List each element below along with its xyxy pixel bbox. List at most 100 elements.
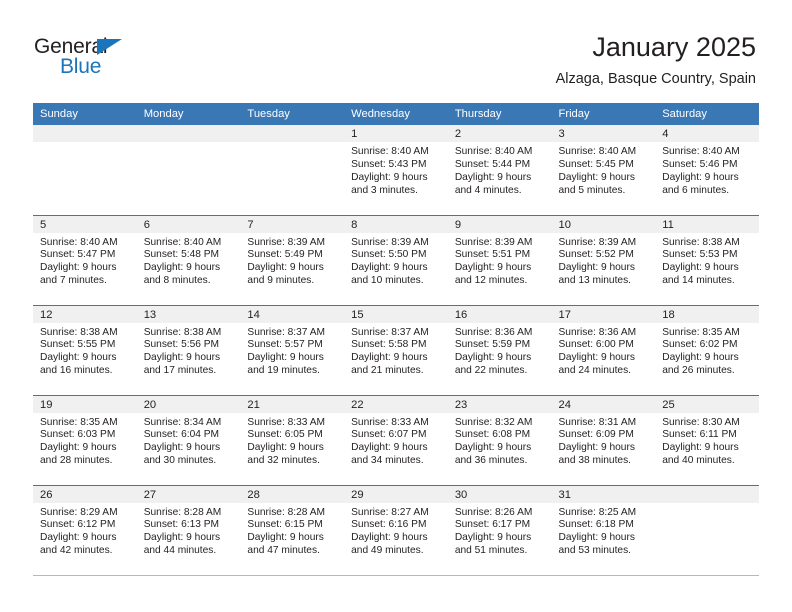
day-details: Sunrise: 8:29 AM Sunset: 6:12 PM Daylight:… bbox=[33, 503, 137, 559]
day-number bbox=[655, 485, 759, 503]
logo-text-blue: Blue bbox=[60, 55, 102, 78]
day-number: 5 bbox=[33, 215, 137, 233]
daylight-line-2: and 16 minutes. bbox=[40, 365, 113, 377]
daylight-line-2: and 21 minutes. bbox=[351, 365, 424, 377]
calendar-day-cell[interactable]: 21 Sunrise: 8:33 AM Sunset: 6:05 PM Dayligh… bbox=[240, 395, 345, 486]
day-details: Sunrise: 8:34 AM Sunset: 6:04 PM Daylight:… bbox=[137, 413, 241, 469]
daylight-line-1: Daylight: 9 hours bbox=[247, 532, 324, 544]
calendar-day-cell[interactable]: 8 Sunrise: 8:39 AM Sunset: 5:50 PM Daylight… bbox=[344, 215, 448, 306]
calendar-day-cell[interactable]: 20 Sunrise: 8:34 AM Sunset: 6:04 PM Dayligh… bbox=[136, 395, 241, 486]
calendar-page: General Blue January 2025 Alzaga, Basque… bbox=[0, 0, 792, 612]
sunset-time: Sunset: 6:11 PM bbox=[662, 429, 737, 441]
column-header-monday: Monday bbox=[136, 103, 241, 125]
calendar-day-cell[interactable]: 12 Sunrise: 8:38 AM Sunset: 5:55 PM Dayligh… bbox=[33, 305, 137, 396]
calendar-day-cell[interactable]: 19 Sunrise: 8:35 AM Sunset: 6:03 PM Dayligh… bbox=[33, 395, 137, 486]
calendar-day-cell[interactable]: 25 Sunrise: 8:30 AM Sunset: 6:11 PM Dayligh… bbox=[655, 395, 759, 486]
calendar-day-cell[interactable]: 3 Sunrise: 8:40 AM Sunset: 5:45 PM Daylight… bbox=[551, 125, 656, 216]
sunrise-time: Sunrise: 8:37 AM bbox=[351, 326, 429, 338]
day-details bbox=[137, 142, 241, 146]
calendar-day-cell[interactable]: 7 Sunrise: 8:39 AM Sunset: 5:49 PM Daylight… bbox=[240, 215, 345, 306]
daylight-line-2: and 19 minutes. bbox=[247, 365, 320, 377]
day-details: Sunrise: 8:31 AM Sunset: 6:09 PM Daylight:… bbox=[552, 413, 656, 469]
sunset-time: Sunset: 6:12 PM bbox=[40, 519, 116, 531]
calendar-day-cell[interactable]: 14 Sunrise: 8:37 AM Sunset: 5:57 PM Dayligh… bbox=[240, 305, 345, 396]
day-details: Sunrise: 8:40 AM Sunset: 5:45 PM Daylight:… bbox=[552, 142, 656, 198]
sunrise-time: Sunrise: 8:38 AM bbox=[143, 326, 222, 338]
sunrise-time: Sunrise: 8:40 AM bbox=[143, 236, 222, 248]
calendar-day-cell[interactable]: 10 Sunrise: 8:39 AM Sunset: 5:52 PM Dayligh… bbox=[551, 215, 656, 306]
sunrise-time: Sunrise: 8:30 AM bbox=[662, 416, 740, 428]
day-details bbox=[240, 142, 344, 146]
day-number: 10 bbox=[551, 215, 656, 233]
calendar-day-cell[interactable]: 1 Sunrise: 8:40 AM Sunset: 5:43 PM Daylight… bbox=[344, 125, 448, 216]
sunset-time: Sunset: 6:18 PM bbox=[558, 519, 634, 531]
daylight-line-2: and 8 minutes. bbox=[143, 275, 211, 287]
day-details: Sunrise: 8:32 AM Sunset: 6:08 PM Daylight:… bbox=[448, 413, 552, 469]
sunrise-time: Sunrise: 8:38 AM bbox=[40, 326, 118, 338]
daylight-line-1: Daylight: 9 hours bbox=[662, 442, 739, 454]
day-details: Sunrise: 8:36 AM Sunset: 5:59 PM Daylight:… bbox=[448, 323, 552, 379]
daylight-line-2: and 24 minutes. bbox=[558, 365, 632, 377]
daylight-line-2: and 40 minutes. bbox=[662, 455, 735, 467]
daylight-line-2: and 42 minutes. bbox=[40, 545, 113, 557]
calendar-day-cell[interactable]: 4 Sunrise: 8:40 AM Sunset: 5:46 PM Daylight… bbox=[655, 125, 759, 216]
calendar-day-cell[interactable]: 11 Sunrise: 8:38 AM Sunset: 5:53 PM Dayligh… bbox=[655, 215, 759, 306]
day-details: Sunrise: 8:28 AM Sunset: 6:13 PM Daylight:… bbox=[137, 503, 241, 559]
calendar-day-cell[interactable]: 2 Sunrise: 8:40 AM Sunset: 5:44 PM Daylight… bbox=[447, 125, 552, 216]
daylight-line-2: and 51 minutes. bbox=[454, 545, 528, 557]
calendar-day-cell[interactable]: 16 Sunrise: 8:36 AM Sunset: 5:59 PM Dayligh… bbox=[447, 305, 552, 396]
calendar-day-cell[interactable]: 23 Sunrise: 8:32 AM Sunset: 6:08 PM Dayligh… bbox=[447, 395, 552, 486]
day-number: 11 bbox=[655, 215, 759, 233]
sunrise-time: Sunrise: 8:32 AM bbox=[454, 416, 533, 428]
day-number: 20 bbox=[136, 395, 241, 413]
day-number: 8 bbox=[344, 215, 448, 233]
daylight-line-2: and 22 minutes. bbox=[454, 365, 528, 377]
daylight-line-1: Daylight: 9 hours bbox=[454, 442, 532, 454]
calendar-day-cell[interactable]: 24 Sunrise: 8:31 AM Sunset: 6:09 PM Dayligh… bbox=[551, 395, 656, 486]
calendar-day-cell[interactable]: 5 Sunrise: 8:40 AM Sunset: 5:47 PM Daylight… bbox=[33, 215, 137, 306]
calendar-day-cell[interactable]: 27 Sunrise: 8:28 AM Sunset: 6:13 PM Dayligh… bbox=[136, 485, 241, 576]
calendar-day-cell[interactable]: 29 Sunrise: 8:27 AM Sunset: 6:16 PM Dayligh… bbox=[344, 485, 448, 576]
generalblue-logo[interactable]: General Blue bbox=[34, 36, 154, 84]
daylight-line-1: Daylight: 9 hours bbox=[247, 262, 324, 274]
day-details: Sunrise: 8:39 AM Sunset: 5:50 PM Daylight:… bbox=[344, 233, 448, 289]
day-details: Sunrise: 8:27 AM Sunset: 6:16 PM Daylight:… bbox=[344, 503, 448, 559]
daylight-line-2: and 28 minutes. bbox=[40, 455, 113, 467]
calendar-day-cell[interactable]: 30 Sunrise: 8:26 AM Sunset: 6:17 PM Dayligh… bbox=[447, 485, 552, 576]
sunset-time: Sunset: 5:51 PM bbox=[454, 249, 531, 261]
day-number: 25 bbox=[655, 395, 759, 413]
daylight-line-1: Daylight: 9 hours bbox=[247, 352, 324, 364]
daylight-line-1: Daylight: 9 hours bbox=[558, 171, 635, 183]
calendar-day-cell[interactable]: 26 Sunrise: 8:29 AM Sunset: 6:12 PM Dayligh… bbox=[33, 485, 137, 576]
sunset-time: Sunset: 6:03 PM bbox=[40, 429, 116, 441]
calendar-day-cell[interactable]: 13 Sunrise: 8:38 AM Sunset: 5:56 PM Dayligh… bbox=[136, 305, 241, 396]
sunset-time: Sunset: 5:50 PM bbox=[351, 249, 427, 261]
calendar-day-cell[interactable]: 31 Sunrise: 8:25 AM Sunset: 6:18 PM Dayligh… bbox=[551, 485, 656, 576]
sunrise-time: Sunrise: 8:35 AM bbox=[40, 416, 118, 428]
calendar-day-cell[interactable]: 9 Sunrise: 8:39 AM Sunset: 5:51 PM Daylight… bbox=[447, 215, 552, 306]
calendar-day-cell-empty bbox=[655, 485, 759, 576]
daylight-line-1: Daylight: 9 hours bbox=[558, 352, 635, 364]
day-details: Sunrise: 8:40 AM Sunset: 5:43 PM Daylight:… bbox=[344, 142, 448, 198]
daylight-line-1: Daylight: 9 hours bbox=[40, 352, 117, 364]
calendar-day-cell[interactable]: 18 Sunrise: 8:35 AM Sunset: 6:02 PM Dayligh… bbox=[655, 305, 759, 396]
calendar-day-cell[interactable]: 6 Sunrise: 8:40 AM Sunset: 5:48 PM Daylight… bbox=[136, 215, 241, 306]
day-number: 12 bbox=[33, 305, 137, 323]
sunrise-time: Sunrise: 8:33 AM bbox=[351, 416, 429, 428]
calendar-day-cell[interactable]: 22 Sunrise: 8:33 AM Sunset: 6:07 PM Dayligh… bbox=[344, 395, 448, 486]
daylight-line-1: Daylight: 9 hours bbox=[454, 262, 532, 274]
sunrise-time: Sunrise: 8:27 AM bbox=[351, 506, 429, 518]
sunset-time: Sunset: 5:53 PM bbox=[662, 249, 738, 261]
daylight-line-1: Daylight: 9 hours bbox=[662, 352, 739, 364]
day-details: Sunrise: 8:40 AM Sunset: 5:47 PM Daylight:… bbox=[33, 233, 137, 289]
day-number: 13 bbox=[136, 305, 241, 323]
day-number: 15 bbox=[344, 305, 448, 323]
calendar-day-cell[interactable]: 28 Sunrise: 8:28 AM Sunset: 6:15 PM Dayligh… bbox=[240, 485, 345, 576]
calendar-day-cell[interactable]: 17 Sunrise: 8:36 AM Sunset: 6:00 PM Dayligh… bbox=[551, 305, 656, 396]
sunset-time: Sunset: 6:15 PM bbox=[247, 519, 323, 531]
sunset-time: Sunset: 6:16 PM bbox=[351, 519, 427, 531]
daylight-line-1: Daylight: 9 hours bbox=[143, 352, 221, 364]
calendar-day-cell[interactable]: 15 Sunrise: 8:37 AM Sunset: 5:58 PM Dayligh… bbox=[344, 305, 448, 396]
page-subtitle: Alzaga, Basque Country, Spain bbox=[555, 71, 756, 87]
daylight-line-2: and 10 minutes. bbox=[351, 275, 424, 287]
